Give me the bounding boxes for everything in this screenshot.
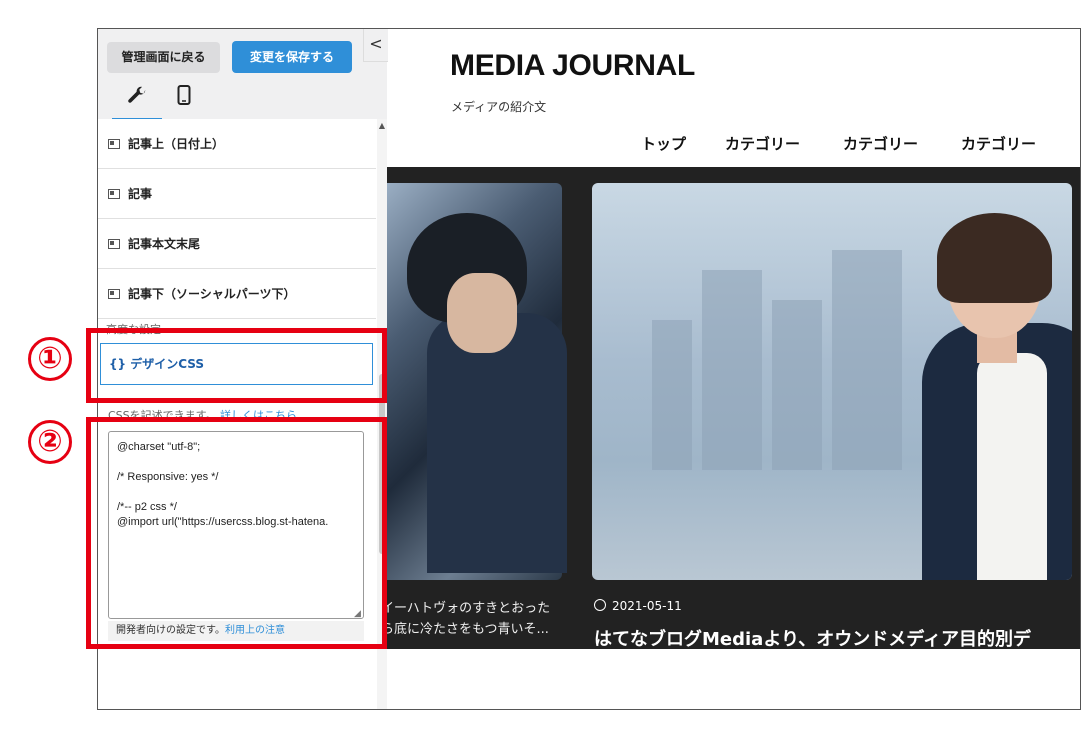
post-thumbnail-left[interactable]	[387, 183, 567, 580]
post-title[interactable]: はてなブログMediaより、オウンドメディア目的別デ	[594, 625, 1031, 649]
list-item[interactable]: 記事	[98, 169, 376, 219]
list-item[interactable]: 記事上（日付上）	[98, 119, 376, 169]
nav-item-category-3[interactable]: カテゴリー	[961, 133, 1036, 154]
annotation-marker-2: ②	[28, 420, 72, 464]
list-item[interactable]: 記事本文末尾	[98, 219, 376, 269]
nav-item-category-2[interactable]: カテゴリー	[843, 133, 918, 154]
tab-smartphone[interactable]	[173, 81, 195, 118]
site-title[interactable]: MEDIA JOURNAL	[450, 49, 695, 83]
featured-posts: イーハトヴォのすきとおった ら底に冷たさをもつ青いそ... 2021-05-11…	[387, 167, 1080, 649]
back-to-admin-button[interactable]: 管理画面に戻る	[107, 42, 220, 73]
post-date: 2021-05-11	[594, 599, 682, 613]
post-thumbnail-right[interactable]	[592, 183, 1072, 580]
list-item-label: 記事下（ソーシャルパーツ下）	[128, 287, 296, 301]
annotation-box-1	[86, 328, 387, 403]
module-icon	[108, 238, 120, 249]
list-item-label: 記事上（日付上）	[128, 137, 225, 151]
site-description: メディアの紹介文	[451, 100, 547, 114]
post-date-text: 2021-05-11	[612, 599, 682, 613]
tab-design[interactable]	[112, 81, 162, 121]
save-changes-button[interactable]: 変更を保存する	[232, 41, 352, 73]
scroll-up-arrow-icon[interactable]: ▲	[377, 121, 387, 130]
nav-item-top[interactable]: トップ	[641, 133, 686, 154]
wrench-icon	[128, 86, 146, 103]
post-excerpt-line: イーハトヴォのすきとおった	[387, 601, 551, 616]
nav-item-category-1[interactable]: カテゴリー	[725, 133, 800, 154]
list-item-label: 記事	[128, 187, 153, 201]
clock-icon	[594, 599, 606, 611]
list-item-label: 記事本文末尾	[128, 237, 201, 251]
blog-preview: MEDIA JOURNAL メディアの紹介文 トップ カテゴリー カテゴリー カ…	[387, 29, 1080, 709]
module-icon	[108, 288, 120, 299]
collapse-panel-button[interactable]: <	[363, 29, 388, 62]
module-list: 記事上（日付上） 記事 記事本文末尾 記事下（ソーシャルパーツ下）	[98, 119, 376, 319]
annotation-marker-1: ①	[28, 337, 72, 381]
list-item[interactable]: 記事下（ソーシャルパーツ下）	[98, 269, 376, 319]
annotation-box-2	[86, 417, 387, 649]
mobile-icon	[177, 85, 191, 105]
module-icon	[108, 138, 120, 149]
module-icon	[108, 188, 120, 199]
post-excerpt-line: ら底に冷たさをもつ青いそ...	[387, 622, 549, 637]
